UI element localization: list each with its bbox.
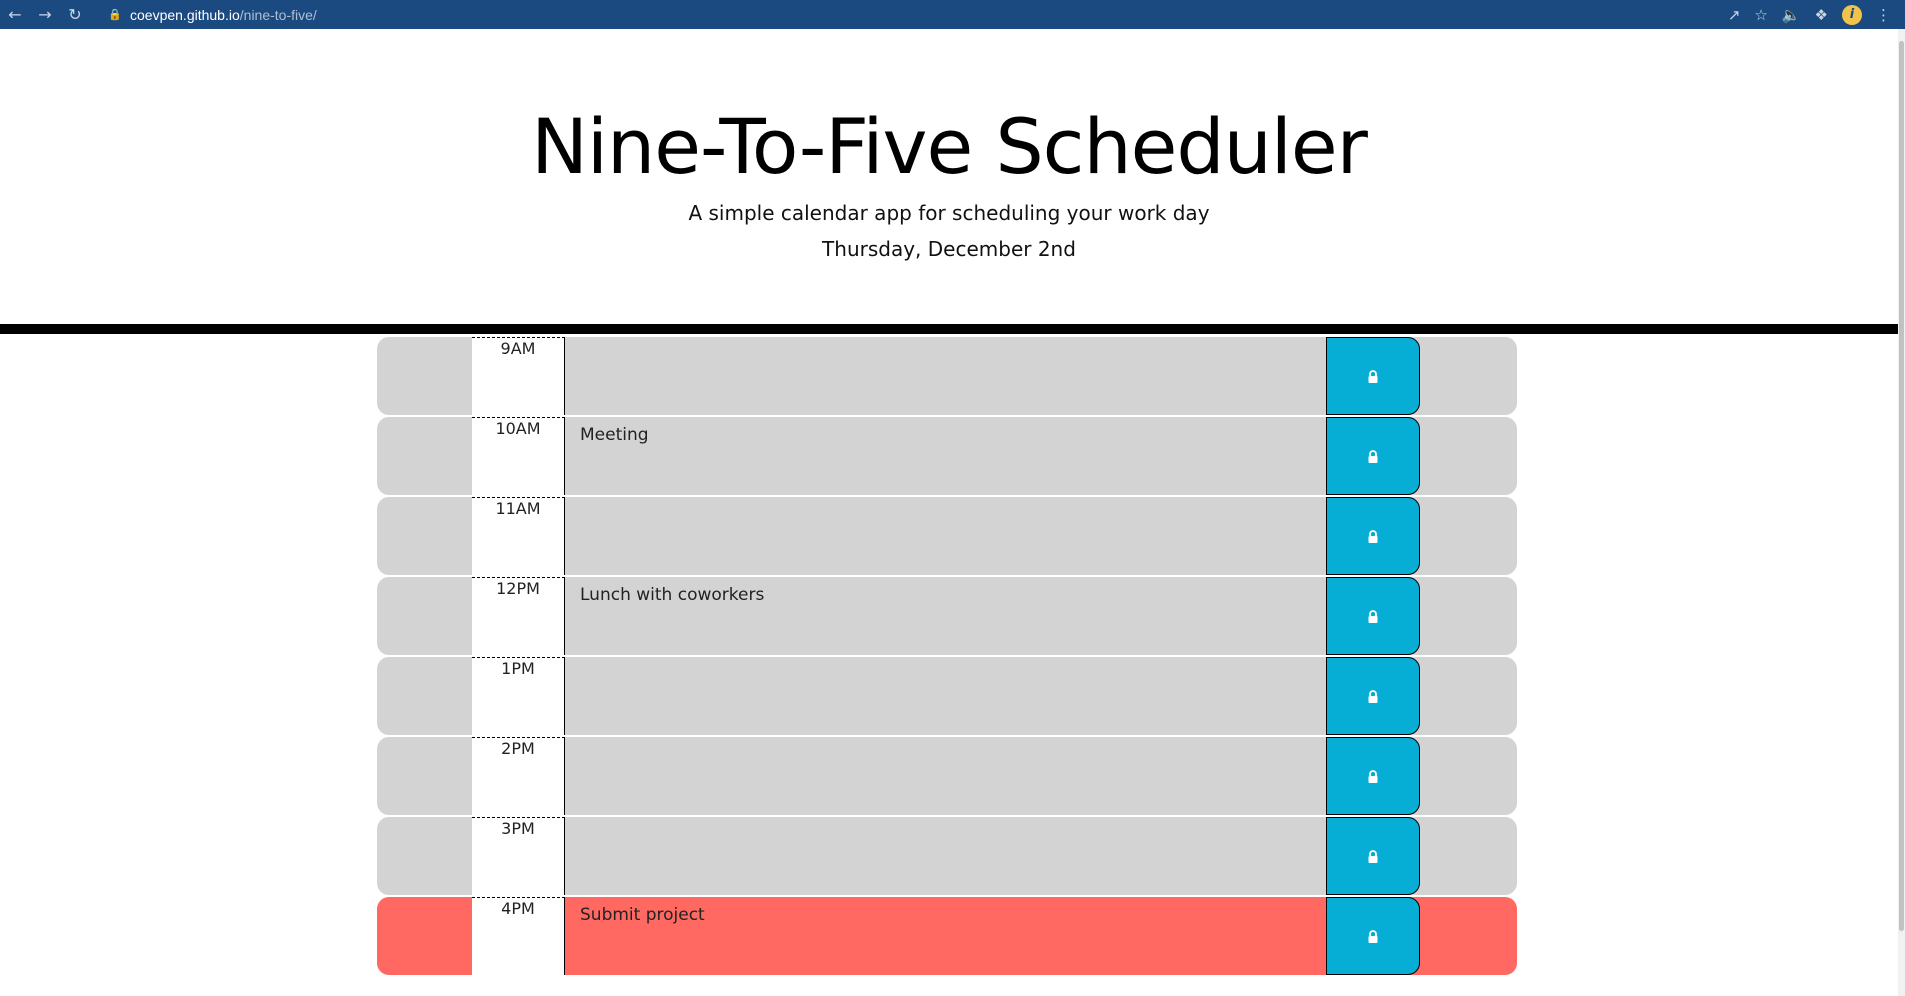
lock-icon <box>1368 449 1378 463</box>
scrollbar-thumb[interactable] <box>1899 41 1904 931</box>
scrollbar[interactable] <box>1898 29 1905 996</box>
hour-label: 4PM <box>472 897 565 975</box>
event-description-input[interactable]: Meeting <box>565 417 1325 495</box>
time-block-row: 11AM <box>377 497 1517 575</box>
page-header: Nine-To-Five Scheduler A simple calendar… <box>0 29 1898 334</box>
extensions-icon[interactable]: ❖ <box>1815 6 1828 24</box>
hour-label: 2PM <box>472 737 565 815</box>
time-block-row: 4PM Submit project <box>377 897 1517 975</box>
save-button[interactable] <box>1326 337 1420 415</box>
schedule-container: 9AM 10AM Meeting 11AM 12PM Lunch with coworke… <box>377 337 1517 977</box>
hour-label: 9AM <box>472 337 565 415</box>
page-subtitle: A simple calendar app for scheduling you… <box>688 201 1210 225</box>
save-button[interactable] <box>1326 417 1420 495</box>
share-icon[interactable]: ↗ <box>1728 6 1741 24</box>
time-block-row: 2PM <box>377 737 1517 815</box>
event-description-input[interactable] <box>565 657 1325 735</box>
lock-icon <box>1368 609 1378 623</box>
time-block-row: 3PM <box>377 817 1517 895</box>
browser-toolbar: ← → ↻ 🔒 coevpen.github.io/nine-to-five/ … <box>0 0 1905 31</box>
time-block-row: 1PM <box>377 657 1517 735</box>
bookmark-star-icon[interactable]: ☆ <box>1754 6 1767 24</box>
forward-arrow-icon[interactable]: → <box>30 0 60 29</box>
lock-icon <box>1368 689 1378 703</box>
profile-avatar-icon[interactable]: i <box>1842 4 1862 25</box>
toolbar-right-icons: ↗ ☆ 🔈 ❖ i ⋮ <box>1728 0 1891 29</box>
secure-lock-icon: 🔒 <box>108 8 122 21</box>
hour-label: 11AM <box>472 497 565 575</box>
hour-label: 3PM <box>472 817 565 895</box>
hour-label: 10AM <box>472 417 565 495</box>
lock-icon <box>1368 849 1378 863</box>
event-description-input[interactable] <box>565 497 1325 575</box>
page-title: Nine-To-Five Scheduler <box>531 102 1368 191</box>
save-button[interactable] <box>1326 497 1420 575</box>
lock-icon <box>1368 529 1378 543</box>
time-block-row: 9AM <box>377 337 1517 415</box>
event-description-input[interactable]: Lunch with coworkers <box>565 577 1325 655</box>
save-button[interactable] <box>1326 737 1420 815</box>
address-bar[interactable]: coevpen.github.io/nine-to-five/ <box>130 7 317 23</box>
save-button[interactable] <box>1326 897 1420 975</box>
lock-icon <box>1368 769 1378 783</box>
save-button[interactable] <box>1326 577 1420 655</box>
event-description-input[interactable] <box>565 337 1325 415</box>
event-description-input[interactable]: Submit project <box>565 897 1325 975</box>
time-block-row: 10AM Meeting <box>377 417 1517 495</box>
lock-icon <box>1368 929 1378 943</box>
event-description-input[interactable] <box>565 737 1325 815</box>
save-button[interactable] <box>1326 657 1420 735</box>
hour-label: 1PM <box>472 657 565 735</box>
lock-icon <box>1368 369 1378 383</box>
back-arrow-icon[interactable]: ← <box>0 0 30 29</box>
reload-icon[interactable]: ↻ <box>60 0 90 29</box>
hour-label: 12PM <box>472 577 565 655</box>
current-day: Thursday, December 2nd <box>822 237 1076 261</box>
event-description-input[interactable] <box>565 817 1325 895</box>
menu-kebab-icon[interactable]: ⋮ <box>1876 6 1891 24</box>
url-path: /nine-to-five/ <box>239 6 317 23</box>
save-button[interactable] <box>1326 817 1420 895</box>
mute-icon[interactable]: 🔈 <box>1782 6 1801 24</box>
time-block-row: 12PM Lunch with coworkers <box>377 577 1517 655</box>
url-host: coevpen.github.io <box>130 6 240 23</box>
